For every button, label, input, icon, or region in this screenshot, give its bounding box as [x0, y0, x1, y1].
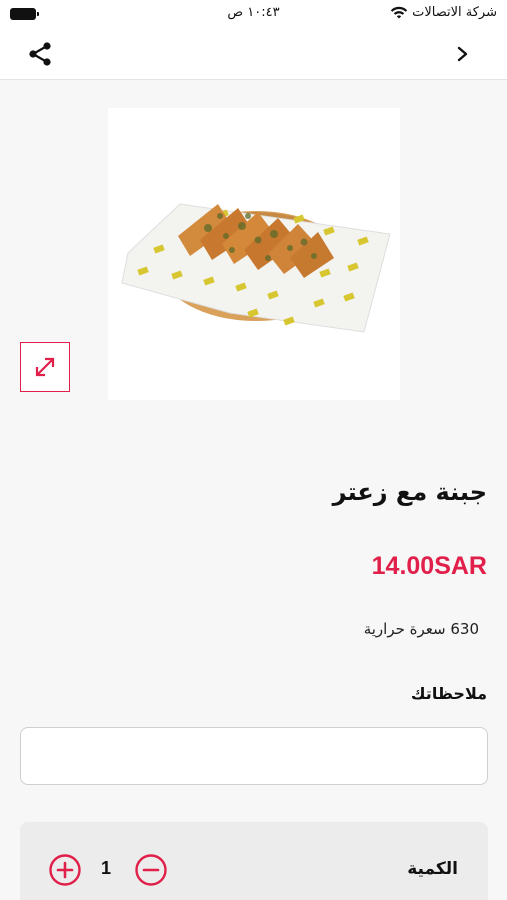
wifi-icon — [390, 6, 408, 18]
expand-icon — [35, 357, 55, 377]
notes-input[interactable] — [20, 727, 488, 785]
product-name: جبنة مع زعتر — [332, 478, 487, 506]
product-calories: 630 سعرة حرارية — [363, 620, 479, 638]
plus-circle-icon — [49, 854, 81, 886]
quantity-decrease-button[interactable] — [134, 853, 168, 887]
chevron-right-icon — [457, 46, 468, 62]
quantity-value: 1 — [100, 858, 111, 878]
status-bar: ١٠:٤٣ ص شركة الاتصالات — [0, 0, 507, 28]
quantity-label: الكمية — [407, 859, 458, 879]
notes-label: ملاحظاتك — [410, 684, 487, 703]
product-image[interactable] — [108, 108, 400, 400]
nav-bar — [0, 28, 507, 80]
share-button[interactable] — [26, 40, 54, 68]
carrier-name: شركة الاتصالات — [412, 5, 497, 20]
battery-icon — [10, 8, 39, 20]
quantity-increase-button[interactable] — [48, 853, 82, 887]
minus-circle-icon — [135, 854, 167, 886]
expand-image-button[interactable] — [20, 342, 70, 392]
product-price: 14.00SAR — [371, 552, 487, 580]
status-carrier: شركة الاتصالات — [390, 5, 497, 20]
share-icon — [29, 42, 51, 66]
back-button[interactable] — [453, 42, 473, 66]
quantity-panel: الكمية 1 — [20, 822, 488, 900]
status-time: ١٠:٤٣ ص — [227, 5, 280, 20]
food-image — [121, 203, 391, 333]
